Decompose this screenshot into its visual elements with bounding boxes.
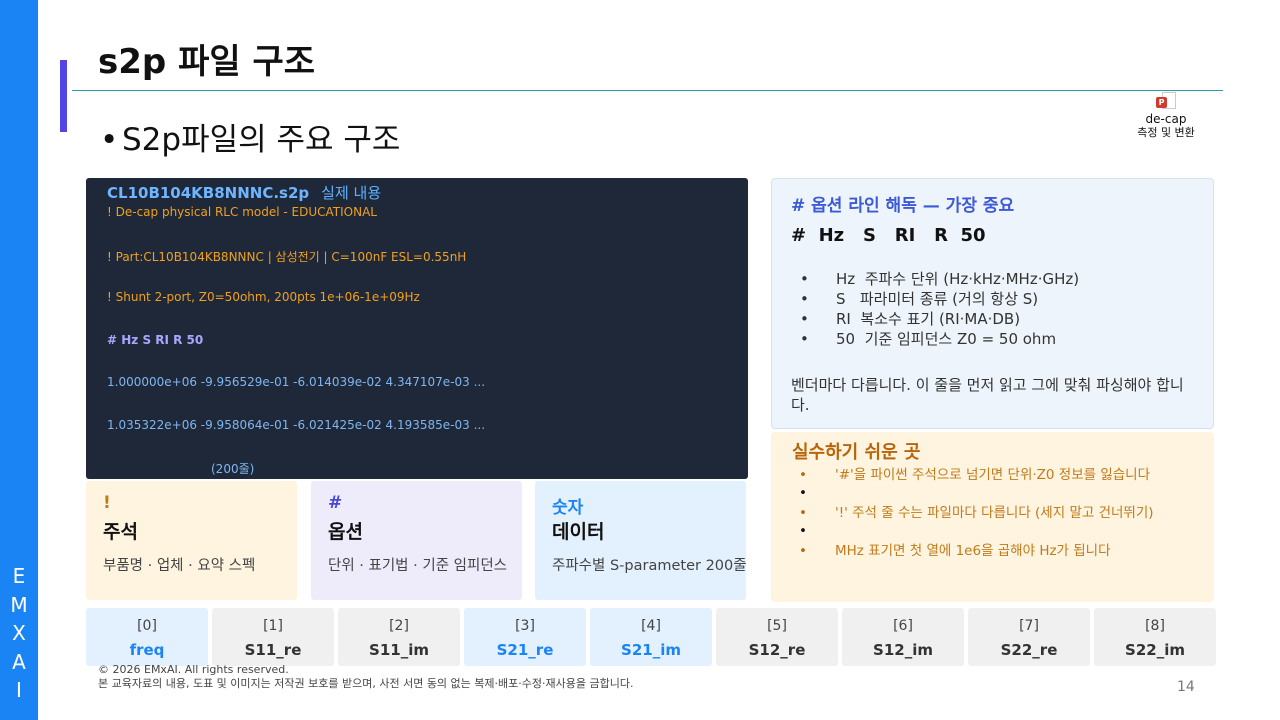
brand-letter: A xyxy=(12,649,26,674)
code-comment-line: ! Shunt 2-port, Z0=50ohm, 200pts 1e+06-1… xyxy=(107,290,420,304)
list-item: • '#'을 파이썬 주석으로 넘기면 단위·Z0 정보를 잃습니다 xyxy=(799,467,1151,483)
card-description: 주파수별 S-parameter 200줄 xyxy=(552,558,747,574)
bullet-dot-icon: • xyxy=(799,543,807,559)
list-item: • Hz 주파수 단위 (Hz·kHz·MHz·GHz) xyxy=(800,270,1080,288)
card-symbol: 숫자 xyxy=(552,498,584,518)
bullet-dot-icon: • xyxy=(799,485,807,501)
column-cell: [1] S11_re xyxy=(212,608,334,666)
bullet-dot-icon: • xyxy=(800,270,809,288)
column-cell: [8] S22_im xyxy=(1094,608,1216,666)
bullet-dot-icon: • xyxy=(100,122,119,158)
page-number: 14 xyxy=(1177,679,1195,695)
list-item: • MHz 표기면 첫 열에 1e6을 곱해야 Hz가 됩니다 xyxy=(799,543,1111,559)
embedded-file-subtitle: 측정 및 변환 xyxy=(1137,126,1195,139)
card-description: 단위 · 표기법 · 기준 임피던스 xyxy=(328,558,508,574)
column-cell: [3] S21_re xyxy=(464,608,586,666)
option-field-list: • Hz 주파수 단위 (Hz·kHz·MHz·GHz) • S 파라미터 종류 (… xyxy=(800,269,1079,349)
card-description: 부품명 · 업체 · 요약 스펙 xyxy=(103,558,256,574)
title-accent-bar xyxy=(60,60,67,132)
option-line-example: # Hz S RI R 50 xyxy=(791,225,986,246)
embedded-file-name: de-cap xyxy=(1145,112,1187,126)
card-symbol: # xyxy=(328,493,343,513)
code-caption: 실제 내용 xyxy=(321,184,382,202)
list-item: • 50 기준 임피던스 Z0 = 50 ohm xyxy=(800,330,1057,348)
card-symbol: ! xyxy=(103,493,111,513)
main-bullet-text: S2p파일의 주요 구조 xyxy=(122,122,401,158)
bullet-dot-icon: • xyxy=(799,505,807,521)
list-item: • '!' 주석 줄 수는 파일마다 다릅니다 (세지 말고 건너뛰기) xyxy=(799,505,1154,521)
list-item: • RI 복소수 표기 (RI·MA·DB) xyxy=(800,310,1021,328)
code-comment-line: ! De-cap physical RLC model - EDUCATIONA… xyxy=(107,205,377,219)
brand-letter: X xyxy=(12,621,26,645)
bullet-dot-icon: • xyxy=(800,310,809,328)
card-label: 주석 xyxy=(103,521,138,543)
bullet-dot-icon: • xyxy=(799,523,807,539)
copyright-text: © 2026 EMxAI. All rights reserved. xyxy=(98,663,289,676)
option-panel-note: 벤더마다 다릅니다. 이 줄을 먼저 읽고 그에 맞춰 파싱해야 합니다. xyxy=(791,376,1184,414)
brand-letter: E xyxy=(12,564,26,588)
brand-side-bar: E M X A I xyxy=(0,0,38,720)
brand-logo: E M X A I xyxy=(0,562,38,705)
column-cell: [2] S11_im xyxy=(338,608,460,666)
brand-letter: I xyxy=(16,678,22,702)
comment-section-card: ! 주석 부품명 · 업체 · 요약 스펙 xyxy=(86,481,297,600)
code-data-line: 1.000000e+06 -9.956529e-01 -6.014039e-02… xyxy=(107,375,486,389)
column-cell: [0] freq xyxy=(86,608,208,666)
column-cell: [6] S12_im xyxy=(842,608,964,666)
code-filename: CL10B104KB8NNNC.s2p xyxy=(107,184,310,202)
card-label: 옵션 xyxy=(328,521,363,543)
data-section-card: 숫자 데이터 주파수별 S-parameter 200줄 xyxy=(535,481,747,600)
brand-letter: M xyxy=(10,592,28,617)
code-header: CL10B104KB8NNNC.s2p 실제 내용 xyxy=(107,182,381,203)
code-line-count: (200줄) xyxy=(211,462,255,476)
embedded-deck-file[interactable]: P de-cap 측정 및 변환 xyxy=(1133,92,1199,139)
option-section-card: # 옵션 단위 · 표기법 · 기준 임피던스 xyxy=(311,481,522,600)
main-bullet: • S2p파일의 주요 구조 xyxy=(100,114,400,159)
pitfalls-title: 실수하기 쉬운 곳 xyxy=(792,442,921,463)
column-cell: [4] S21_im xyxy=(590,608,712,666)
bullet-dot-icon: • xyxy=(800,290,809,308)
pitfalls-list: • '#'을 파이썬 주석으로 넘기면 단위·Z0 정보를 잃습니다 • • '!'… xyxy=(799,466,1194,560)
code-data-line: 1.035322e+06 -9.958064e-01 -6.021425e-02… xyxy=(107,418,486,432)
list-item: • xyxy=(799,484,1194,504)
code-option-line: # Hz S RI R 50 xyxy=(107,333,204,347)
copyright-notice: 본 교육자료의 내용, 도표 및 이미지는 저작권 보호를 받으며, 사전 서면… xyxy=(98,677,634,690)
s2p-code-panel: CL10B104KB8NNNC.s2p 실제 내용 ! De-cap physic… xyxy=(86,178,748,479)
title-divider xyxy=(72,90,1223,91)
bullet-dot-icon: • xyxy=(800,330,809,348)
list-item: • xyxy=(799,522,1194,542)
page-title: s2p 파일 구조 xyxy=(98,42,316,82)
column-cell: [5] S12_re xyxy=(716,608,838,666)
code-comment-line: ! Part:CL10B104KB8NNNC | 삼성전기 | C=100nF … xyxy=(107,250,467,264)
bullet-dot-icon: • xyxy=(799,467,807,483)
column-cell: [7] S22_re xyxy=(968,608,1090,666)
option-line-panel: # 옵션 라인 해독 — 가장 중요 # Hz S RI R 50 • Hz 주파… xyxy=(771,178,1214,429)
card-label: 데이터 xyxy=(552,521,605,543)
list-item: • S 파라미터 종류 (거의 항상 S) xyxy=(800,290,1039,308)
pitfalls-panel: 실수하기 쉬운 곳 • '#'을 파이썬 주석으로 넘기면 단위·Z0 정보를 잃… xyxy=(771,432,1214,602)
powerpoint-file-icon: P xyxy=(1156,92,1176,110)
copyright-footer: © 2026 EMxAI. All rights reserved. 본 교육자… xyxy=(98,663,633,691)
column-index-row: [0] freq [1] S11_re [2] S11_im [3] S21_re [4… xyxy=(86,608,1216,666)
option-panel-title: # 옵션 라인 해독 — 가장 중요 xyxy=(791,196,1015,216)
